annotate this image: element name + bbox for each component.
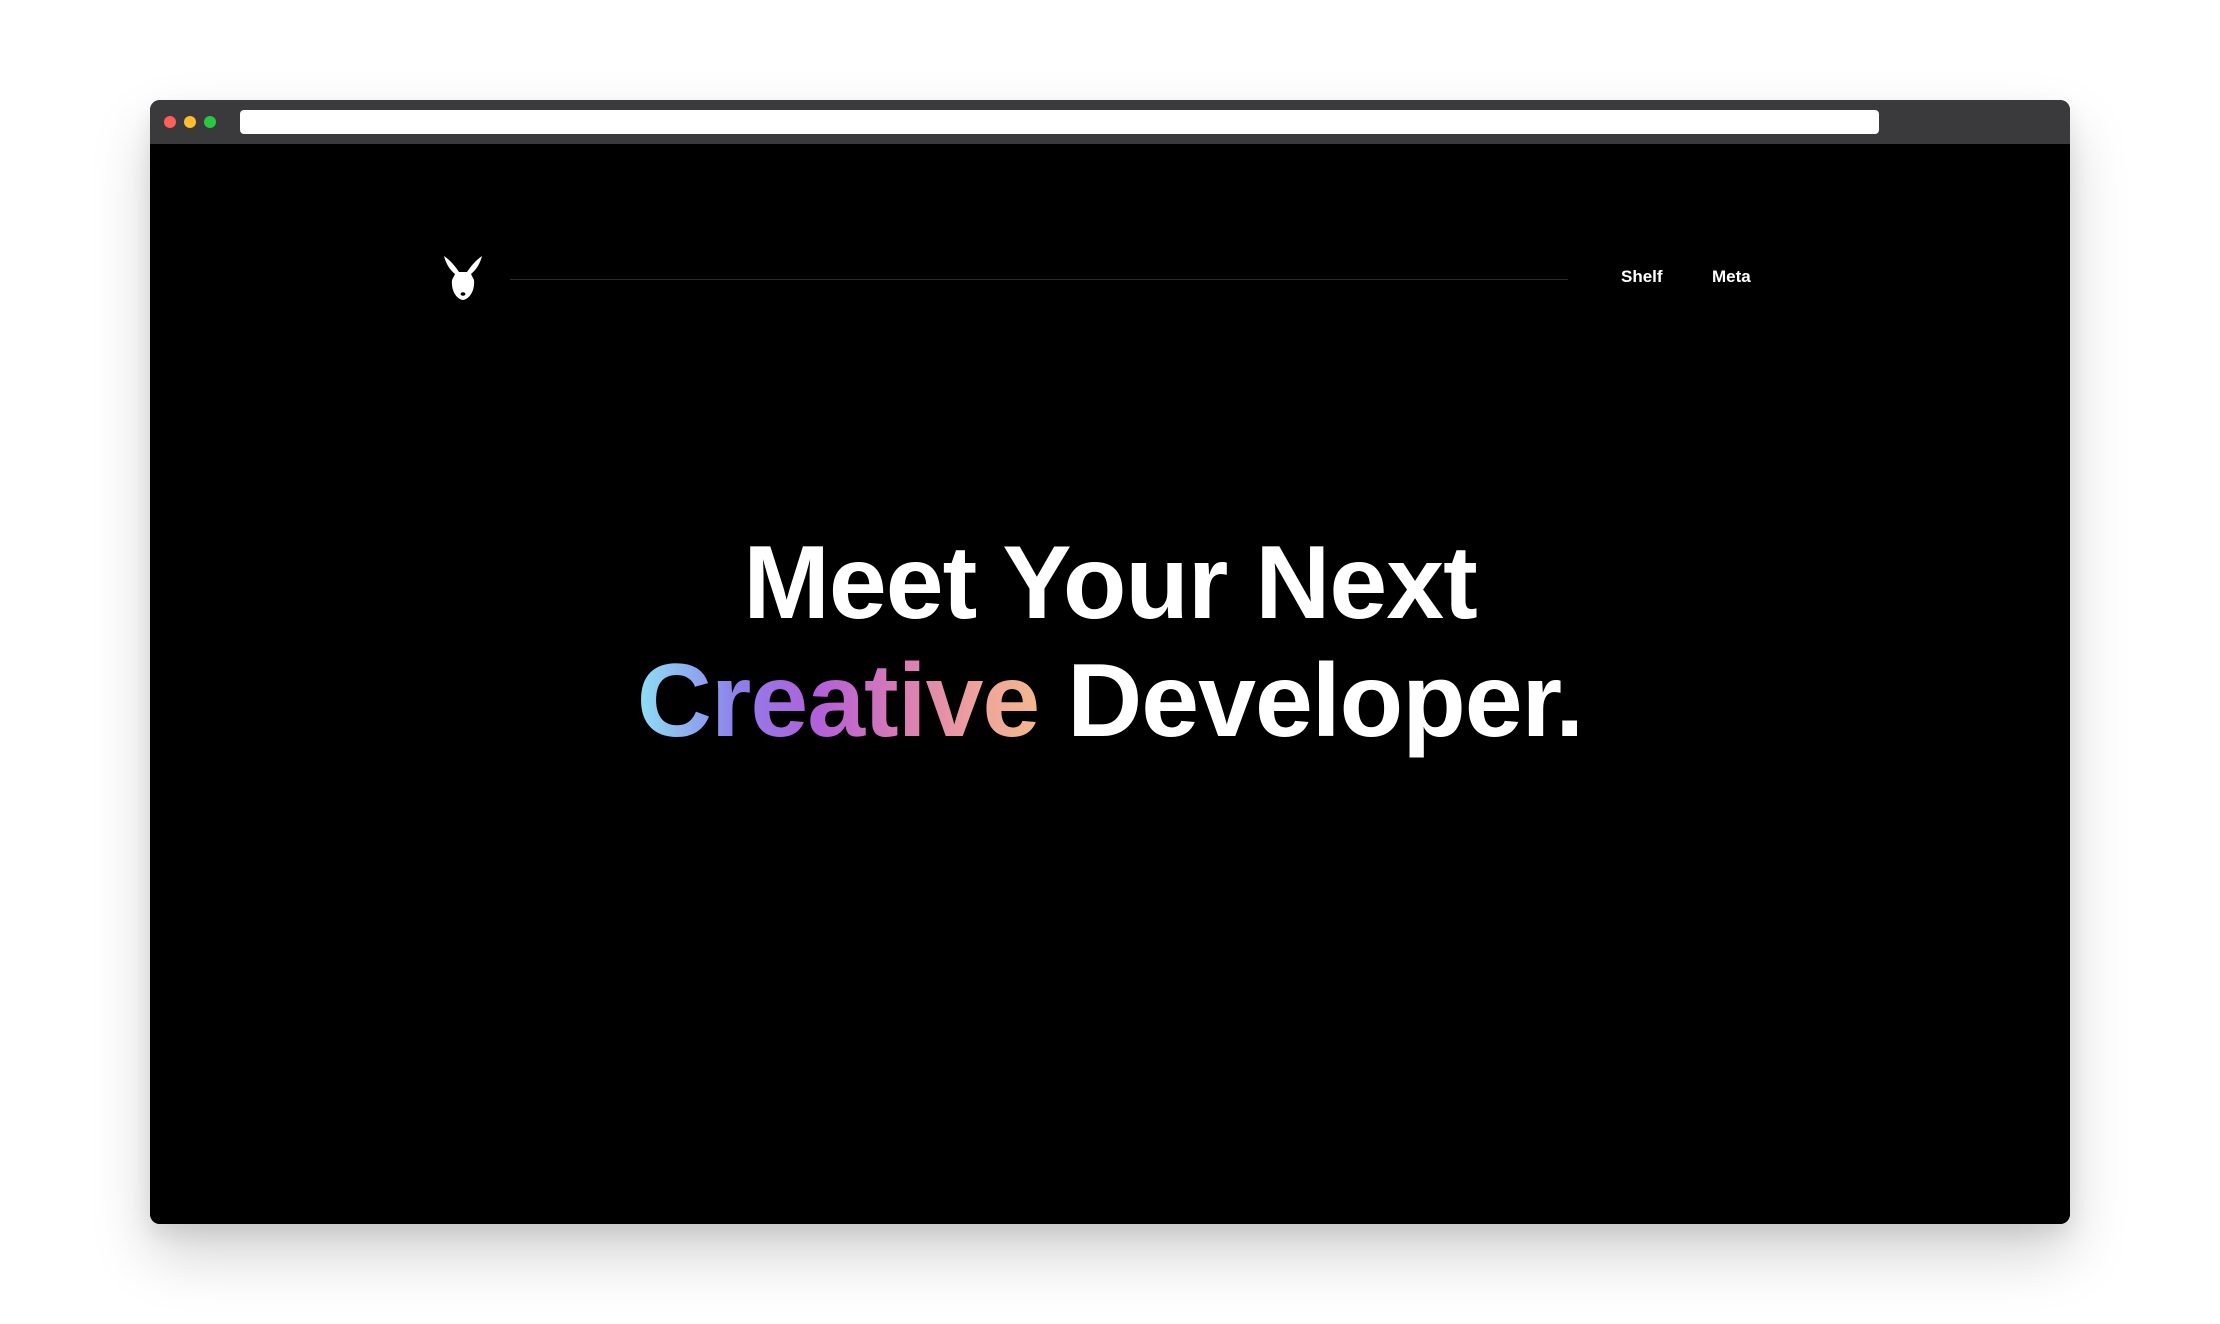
rabbit-head-icon <box>444 256 482 300</box>
maximize-window-button[interactable] <box>204 116 216 128</box>
close-window-button[interactable] <box>164 116 176 128</box>
browser-window: Shelf Meta Meet Your Next Creative Devel… <box>150 100 2070 1224</box>
hero-highlight-word: Creative <box>636 643 1040 759</box>
site-header: Shelf Meta <box>440 254 1780 304</box>
nav-link-shelf[interactable]: Shelf <box>1621 267 1663 287</box>
home-logo-link[interactable] <box>440 254 486 302</box>
header-divider <box>510 279 1568 280</box>
address-bar[interactable] <box>240 110 1879 134</box>
hero-line-1: Meet Your Next <box>743 525 1477 641</box>
minimize-window-button[interactable] <box>184 116 196 128</box>
hero-line-2-rest: Developer. <box>1039 643 1584 759</box>
nav-link-meta[interactable]: Meta <box>1712 267 1751 287</box>
browser-titlebar <box>150 100 2070 144</box>
hero-headline: Meet Your Next Creative Developer. <box>150 524 2070 760</box>
page-viewport: Shelf Meta Meet Your Next Creative Devel… <box>150 144 2070 1224</box>
